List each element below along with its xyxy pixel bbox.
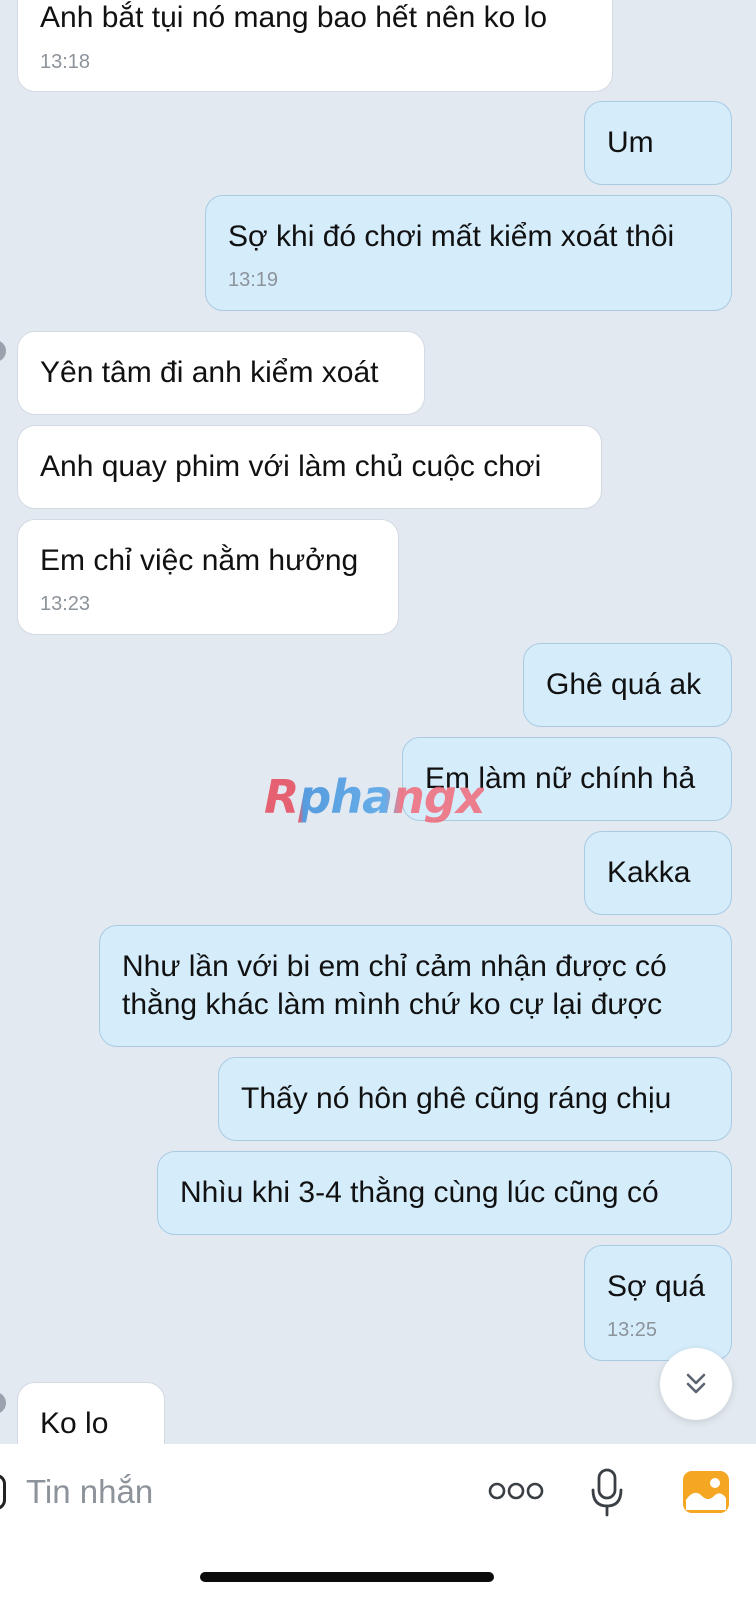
message-text-line: Như lần với bi em chỉ cảm nhận được có bbox=[122, 950, 667, 983]
message-text: Yên tâm đi anh kiểm xoát bbox=[40, 356, 379, 389]
message-bubble-incoming[interactable]: Anh quay phim với làm chủ cuộc chơi bbox=[17, 425, 602, 509]
avatar[interactable] bbox=[0, 1392, 6, 1414]
message-bubble-incoming[interactable]: Yên tâm đi anh kiểm xoát bbox=[17, 331, 425, 415]
emoji-icon[interactable] bbox=[0, 1474, 6, 1510]
message-input[interactable]: Tin nhắn bbox=[26, 1470, 153, 1514]
message-text: Em chỉ việc nằm hưởng bbox=[40, 544, 359, 577]
chat-screen: Anh bắt tụi nó mang bao hết nên ko lo 13… bbox=[0, 0, 756, 1600]
more-icon[interactable] bbox=[488, 1480, 544, 1502]
message-text: Thấy nó hôn ghê cũng ráng chịu bbox=[241, 1082, 672, 1115]
message-text: Sợ khi đó chơi mất kiểm xoát thôi bbox=[228, 220, 675, 253]
message-text: Kakka bbox=[607, 856, 691, 889]
home-indicator[interactable] bbox=[200, 1572, 494, 1582]
message-text: Anh bắt tụi nó mang bao hết nên ko lo bbox=[40, 1, 548, 34]
scroll-to-bottom-button[interactable] bbox=[660, 1348, 732, 1420]
message-text-line: thằng khác làm mình chứ ko cự lại được bbox=[122, 988, 663, 1021]
message-bubble-outgoing[interactable]: Sợ quá 13:25 bbox=[584, 1245, 732, 1361]
chevron-double-down-icon bbox=[686, 1373, 706, 1394]
message-text: Sợ quá bbox=[607, 1270, 706, 1303]
message-timestamp: 13:25 bbox=[607, 1319, 658, 1341]
microphone-icon[interactable] bbox=[590, 1468, 624, 1518]
image-gallery-icon[interactable] bbox=[682, 1470, 730, 1514]
message-text: Ghê quá ak bbox=[546, 668, 702, 701]
message-bubble-outgoing[interactable]: Thấy nó hôn ghê cũng ráng chịu bbox=[218, 1057, 732, 1141]
message-text: Ko lo bbox=[40, 1407, 109, 1440]
message-timestamp: 13:19 bbox=[228, 269, 279, 291]
message-bubble-incoming[interactable]: Anh bắt tụi nó mang bao hết nên ko lo 13… bbox=[17, 0, 613, 92]
message-text: Em làm nữ chính hả bbox=[425, 762, 696, 795]
message-text: Anh quay phim với làm chủ cuộc chơi bbox=[40, 450, 542, 483]
message-bubble-outgoing[interactable]: Sợ khi đó chơi mất kiểm xoát thôi 13:19 bbox=[205, 195, 732, 311]
message-text: Um bbox=[607, 126, 654, 159]
message-bubble-outgoing[interactable]: Ghê quá ak bbox=[523, 643, 732, 727]
message-bubble-outgoing[interactable]: Như lần với bi em chỉ cảm nhận được có t… bbox=[99, 925, 732, 1047]
message-bubble-outgoing[interactable]: Um bbox=[584, 101, 732, 185]
message-bubble-outgoing[interactable]: Nhìu khi 3-4 thằng cùng lúc cũng có bbox=[157, 1151, 732, 1235]
message-bubble-outgoing[interactable]: Kakka bbox=[584, 831, 732, 915]
message-timestamp: 13:18 bbox=[40, 51, 91, 73]
message-timestamp: 13:23 bbox=[40, 593, 91, 615]
message-bubble-outgoing[interactable]: Em làm nữ chính hả bbox=[402, 737, 732, 821]
message-bubble-incoming[interactable]: Em chỉ việc nằm hưởng 13:23 bbox=[17, 519, 399, 635]
message-text: Nhìu khi 3-4 thằng cùng lúc cũng có bbox=[180, 1176, 659, 1209]
avatar[interactable] bbox=[0, 340, 6, 362]
